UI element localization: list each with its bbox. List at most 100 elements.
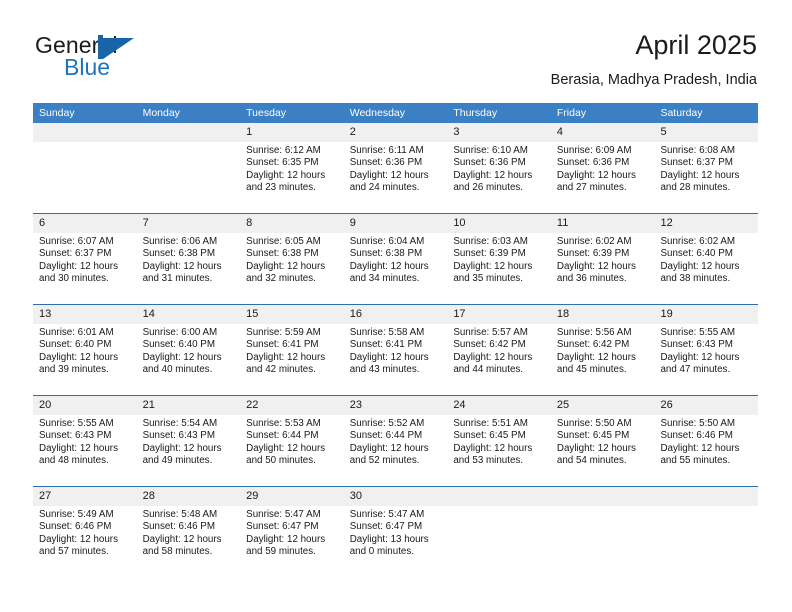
day-cell-26[interactable]: Sunrise: 5:50 AM Sunset: 6:46 PM Daylight:…: [654, 415, 758, 486]
day-number-29[interactable]: 29: [240, 487, 344, 506]
day-cell-16[interactable]: Sunrise: 5:58 AM Sunset: 6:41 PM Daylight:…: [344, 324, 448, 395]
day-cell-3[interactable]: Sunrise: 6:10 AM Sunset: 6:36 PM Daylight:…: [447, 142, 551, 213]
day-cell-22[interactable]: Sunrise: 5:53 AM Sunset: 6:44 PM Daylight:…: [240, 415, 344, 486]
day-cell-1[interactable]: Sunrise: 6:12 AM Sunset: 6:35 PM Daylight:…: [240, 142, 344, 213]
sunset-text: Sunset: 6:46 PM: [660, 430, 733, 442]
day-number-6[interactable]: 6: [33, 214, 137, 233]
day-number-5[interactable]: 5: [654, 123, 758, 142]
sunset-text: Sunset: 6:38 PM: [349, 248, 423, 260]
day-cell-empty: [551, 506, 655, 577]
day-cell-12[interactable]: Sunrise: 6:02 AM Sunset: 6:40 PM Daylight:…: [654, 233, 758, 304]
day-cell-18[interactable]: Sunrise: 5:56 AM Sunset: 6:42 PM Daylight:…: [551, 324, 655, 395]
week-detail-row: Sunrise: 5:55 AM Sunset: 6:43 PM Daylight:…: [33, 415, 758, 486]
day-cell-14[interactable]: Sunrise: 6:00 AM Sunset: 6:40 PM Daylight:…: [137, 324, 241, 395]
daylight-text-line2: and 53 minutes.: [453, 455, 524, 467]
day-number-26[interactable]: 26: [654, 396, 758, 415]
day-number-22[interactable]: 22: [240, 396, 344, 415]
brand-logo[interactable]: General Blue: [35, 32, 265, 94]
sunrise-text: Sunrise: 6:10 AM: [453, 145, 528, 156]
sunset-text: Sunset: 6:47 PM: [246, 521, 319, 533]
day-cell-17[interactable]: Sunrise: 5:57 AM Sunset: 6:42 PM Daylight:…: [447, 324, 551, 395]
day-number-25[interactable]: 25: [551, 396, 655, 415]
day-number-9[interactable]: 9: [344, 214, 448, 233]
daylight-text-line2: and 59 minutes.: [246, 546, 316, 558]
day-number-13[interactable]: 13: [33, 305, 137, 324]
daylight-text-line1: Daylight: 12 hours: [246, 169, 326, 181]
daylight-text-line1: Daylight: 12 hours: [556, 260, 636, 272]
day-number-23[interactable]: 23: [344, 396, 448, 415]
day-cell-30[interactable]: Sunrise: 5:47 AM Sunset: 6:47 PM Daylight:…: [344, 506, 448, 577]
daylight-text-line2: and 39 minutes.: [39, 364, 109, 376]
day-cell-13[interactable]: Sunrise: 6:01 AM Sunset: 6:40 PM Daylight:…: [33, 324, 137, 395]
day-cell-25[interactable]: Sunrise: 5:50 AM Sunset: 6:45 PM Daylight:…: [551, 415, 655, 486]
day-cell-5[interactable]: Sunrise: 6:08 AM Sunset: 6:37 PM Daylight:…: [654, 142, 758, 213]
daylight-text-line1: Daylight: 12 hours: [453, 260, 533, 272]
weekday-header-friday: Friday: [556, 107, 587, 119]
sunset-text: Sunset: 6:43 PM: [660, 339, 733, 351]
day-number-7[interactable]: 7: [137, 214, 241, 233]
day-number-21[interactable]: 21: [137, 396, 241, 415]
sunrise-text: Sunrise: 5:52 AM: [349, 418, 425, 429]
day-cell-28[interactable]: Sunrise: 5:48 AM Sunset: 6:46 PM Daylight:…: [137, 506, 241, 577]
day-number-19[interactable]: 19: [654, 305, 758, 324]
day-cell-2[interactable]: Sunrise: 6:11 AM Sunset: 6:36 PM Daylight:…: [344, 142, 448, 213]
sunrise-text: Sunrise: 5:57 AM: [453, 327, 528, 338]
sunrise-text: Sunrise: 6:09 AM: [556, 145, 632, 156]
day-cell-19[interactable]: Sunrise: 5:55 AM Sunset: 6:43 PM Daylight:…: [654, 324, 758, 395]
day-number-18[interactable]: 18: [551, 305, 655, 324]
calendar-grid: Sunday Monday Tuesday Wednesday Thursday Frid…: [33, 103, 758, 577]
day-number-16[interactable]: 16: [344, 305, 448, 324]
day-number-20[interactable]: 20: [33, 396, 137, 415]
day-number-2[interactable]: 2: [344, 123, 448, 142]
day-cell-24[interactable]: Sunrise: 5:51 AM Sunset: 6:45 PM Daylight:…: [447, 415, 551, 486]
day-cell-27[interactable]: Sunrise: 5:49 AM Sunset: 6:46 PM Daylight:…: [33, 506, 137, 577]
daylight-text-line2: and 27 minutes.: [556, 182, 627, 194]
day-number-3[interactable]: 3: [447, 123, 551, 142]
day-number-27[interactable]: 27: [33, 487, 137, 506]
day-number-11[interactable]: 11: [551, 214, 655, 233]
sunrise-text: Sunrise: 6:08 AM: [660, 145, 736, 156]
day-cell-6[interactable]: Sunrise: 6:07 AM Sunset: 6:37 PM Daylight:…: [33, 233, 137, 304]
day-cell-23[interactable]: Sunrise: 5:52 AM Sunset: 6:44 PM Daylight:…: [344, 415, 448, 486]
daylight-text-line1: Daylight: 12 hours: [39, 260, 118, 272]
daylight-text-line2: and 48 minutes.: [39, 455, 109, 467]
day-number-4[interactable]: 4: [551, 123, 655, 142]
day-cell-20[interactable]: Sunrise: 5:55 AM Sunset: 6:43 PM Daylight:…: [33, 415, 137, 486]
sunrise-text: Sunrise: 5:59 AM: [246, 327, 321, 338]
sunrise-text: Sunrise: 6:06 AM: [142, 236, 218, 247]
daylight-text-line1: Daylight: 12 hours: [349, 442, 429, 454]
weekday-header-saturday: Saturday: [660, 107, 703, 119]
weekday-header-row: Sunday Monday Tuesday Wednesday Thursday Frid…: [33, 103, 758, 123]
day-number-12[interactable]: 12: [654, 214, 758, 233]
day-number-8[interactable]: 8: [240, 214, 344, 233]
day-number-15[interactable]: 15: [240, 305, 344, 324]
day-cell-7[interactable]: Sunrise: 6:06 AM Sunset: 6:38 PM Daylight:…: [137, 233, 241, 304]
daylight-text-line1: Daylight: 12 hours: [556, 351, 636, 363]
day-cell-21[interactable]: Sunrise: 5:54 AM Sunset: 6:43 PM Daylight:…: [137, 415, 241, 486]
day-cell-4[interactable]: Sunrise: 6:09 AM Sunset: 6:36 PM Daylight:…: [551, 142, 655, 213]
day-number-14[interactable]: 14: [137, 305, 241, 324]
day-cell-15[interactable]: Sunrise: 5:59 AM Sunset: 6:41 PM Daylight:…: [240, 324, 344, 395]
daylight-text-line2: and 44 minutes.: [453, 364, 524, 376]
day-cell-11[interactable]: Sunrise: 6:02 AM Sunset: 6:39 PM Daylight:…: [551, 233, 655, 304]
sailboat-logo-icon: [98, 35, 136, 77]
day-cell-8[interactable]: Sunrise: 6:05 AM Sunset: 6:38 PM Daylight:…: [240, 233, 344, 304]
daylight-text-line2: and 28 minutes.: [660, 182, 731, 194]
day-cell-10[interactable]: Sunrise: 6:03 AM Sunset: 6:39 PM Daylight:…: [447, 233, 551, 304]
daylight-text-line2: and 38 minutes.: [660, 273, 731, 285]
sunrise-text: Sunrise: 5:50 AM: [556, 418, 632, 429]
sunset-text: Sunset: 6:43 PM: [39, 430, 112, 442]
day-number-30[interactable]: 30: [344, 487, 448, 506]
week-detail-row: Sunrise: 6:12 AM Sunset: 6:35 PM Daylight:…: [33, 142, 758, 213]
day-number-1[interactable]: 1: [240, 123, 344, 142]
daylight-text-line1: Daylight: 12 hours: [660, 260, 740, 272]
day-number-10[interactable]: 10: [447, 214, 551, 233]
day-number-17[interactable]: 17: [447, 305, 551, 324]
daylight-text-line1: Daylight: 12 hours: [39, 533, 118, 545]
day-number-28[interactable]: 28: [137, 487, 241, 506]
day-number-24[interactable]: 24: [447, 396, 551, 415]
sunrise-text: Sunrise: 6:01 AM: [39, 327, 114, 338]
day-cell-29[interactable]: Sunrise: 5:47 AM Sunset: 6:47 PM Daylight:…: [240, 506, 344, 577]
daylight-text-line2: and 55 minutes.: [660, 455, 731, 467]
day-cell-9[interactable]: Sunrise: 6:04 AM Sunset: 6:38 PM Daylight:…: [344, 233, 448, 304]
